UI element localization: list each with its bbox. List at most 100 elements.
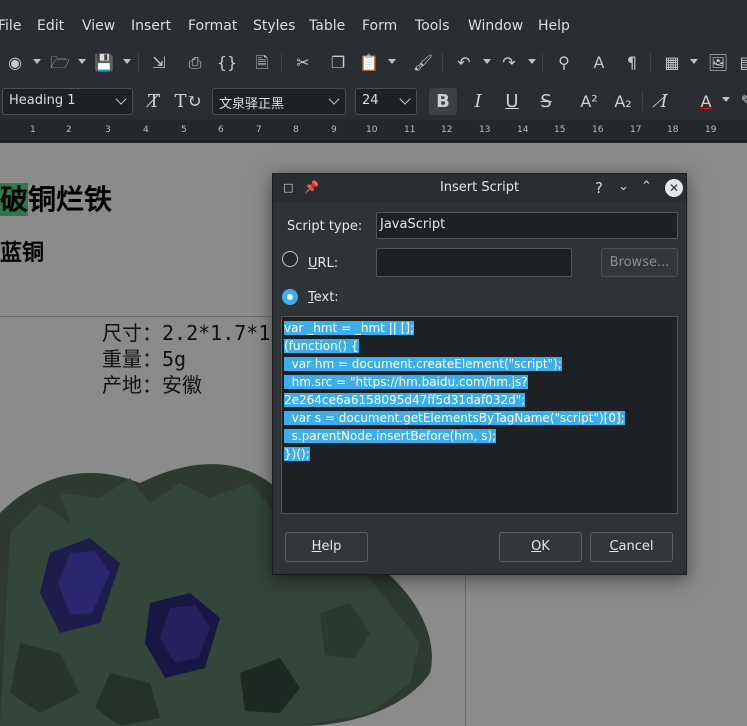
text-label: Text: xyxy=(308,290,339,305)
menu-tools[interactable]: Tools xyxy=(415,18,450,34)
close-icon[interactable]: ✕ xyxy=(665,179,683,197)
paste-icon[interactable]: 📋 xyxy=(358,52,380,74)
redo-icon[interactable]: ↷ xyxy=(498,52,520,74)
menu-table[interactable]: Table xyxy=(309,18,345,34)
browse-button[interactable]: Browse... xyxy=(601,248,678,277)
chart-icon[interactable]: ▤ xyxy=(736,52,747,74)
script-text-area[interactable]: var _hmt = _hmt || []; (function() { var… xyxy=(281,316,678,514)
highlight-icon[interactable]: ✎ xyxy=(733,88,747,115)
toolbar-separator xyxy=(442,53,443,73)
url-radio[interactable] xyxy=(282,251,298,267)
maximize-icon[interactable]: ⌃ xyxy=(641,179,652,194)
chevron-down-icon[interactable] xyxy=(690,59,698,64)
cancel-button[interactable]: Cancel xyxy=(590,532,673,562)
script-type-label: Script type: xyxy=(287,219,363,234)
globe-icon[interactable]: ◉ xyxy=(4,52,26,74)
subscript-icon[interactable]: A₂ xyxy=(609,88,637,115)
menu-format[interactable]: Format xyxy=(188,18,237,34)
chevron-down-icon[interactable] xyxy=(483,59,491,64)
menu-insert[interactable]: Insert xyxy=(131,18,171,34)
url-label: URL: xyxy=(308,256,339,271)
spelling-icon[interactable]: A xyxy=(588,52,610,74)
ruler-tick: 3 xyxy=(105,125,111,135)
ruler-tick: 17 xyxy=(630,125,642,135)
clear-formatting-icon[interactable]: I̸ xyxy=(650,88,678,115)
menu-file[interactable]: File xyxy=(0,18,21,34)
chevron-down-icon[interactable] xyxy=(399,93,411,105)
ok-button[interactable]: OK xyxy=(499,532,582,562)
ruler-tick: 4 xyxy=(143,125,149,135)
chevron-down-icon[interactable] xyxy=(528,59,536,64)
braces-icon[interactable]: {} xyxy=(216,52,238,74)
toolbar-separator xyxy=(138,53,139,73)
standard-toolbar: ◉ 🗁 💾 ⇲ ⎙ {} 🗎 ✂ ❐ 📋 🖌 ↶ ↷ ⚲ A ¶ ▦ 🖼 ▤ xyxy=(0,44,747,82)
menu-form[interactable]: Form xyxy=(362,18,397,34)
ruler-tick: 6 xyxy=(218,125,224,135)
ruler-tick: 12 xyxy=(441,125,453,135)
update-style-icon[interactable]: T̸ xyxy=(140,88,168,115)
clone-formatting-icon[interactable]: 🖌 xyxy=(412,52,434,74)
code-line: s.parentNode.insertBefore(hm, s); xyxy=(284,429,497,443)
horizontal-ruler[interactable]: 1 2 3 4 5 6 7 8 9 10 11 12 13 14 15 16 1… xyxy=(0,120,747,142)
chevron-down-icon[interactable] xyxy=(388,59,396,64)
underline-icon[interactable]: U xyxy=(498,88,526,115)
superscript-icon[interactable]: A² xyxy=(575,88,603,115)
table-icon[interactable]: ▦ xyxy=(661,52,683,74)
caption-origin[interactable]: 产地：安徽 xyxy=(102,369,202,398)
strikethrough-icon[interactable]: S xyxy=(532,88,560,115)
help-icon[interactable]: ? xyxy=(595,179,603,197)
font-color-icon[interactable]: A xyxy=(692,88,720,115)
menu-help[interactable]: Help xyxy=(538,18,570,34)
ruler-tick: 9 xyxy=(331,125,337,135)
menu-edit[interactable]: Edit xyxy=(37,18,64,34)
export-pdf-icon[interactable]: ⇲ xyxy=(148,52,170,74)
menu-styles[interactable]: Styles xyxy=(253,18,295,34)
new-style-icon[interactable]: T↻ xyxy=(174,88,202,115)
pilcrow-icon[interactable]: ¶ xyxy=(621,52,643,74)
copy-icon[interactable]: ❐ xyxy=(327,52,349,74)
paragraph-style-combo[interactable]: Heading 1 xyxy=(2,88,133,115)
chevron-down-icon[interactable] xyxy=(115,93,127,105)
find-icon[interactable]: ⚲ xyxy=(553,52,575,74)
font-name-combo[interactable]: 文泉驿正黑 xyxy=(212,88,346,115)
caption-weight[interactable]: 重量：5g xyxy=(102,343,186,372)
script-type-field[interactable]: JavaScript xyxy=(376,212,678,239)
minimize-icon[interactable]: ⌄ xyxy=(618,179,629,194)
print-preview-icon[interactable]: 🗎 xyxy=(251,52,273,74)
toolbar-separator xyxy=(650,53,651,73)
print-icon[interactable]: ⎙ xyxy=(184,52,206,74)
bold-icon[interactable]: B xyxy=(429,88,457,115)
code-line: 2e264ce6a6158095d47ff5d31daf032d"; xyxy=(284,393,526,407)
ruler-tick: 15 xyxy=(554,125,566,135)
caption-size[interactable]: 尺寸：2.2*1.7*1 xyxy=(102,317,270,346)
image-icon[interactable]: 🖼 xyxy=(707,52,729,74)
text-radio[interactable] xyxy=(282,289,298,305)
font-name-value: 文泉驿正黑 xyxy=(219,97,285,112)
cut-icon[interactable]: ✂ xyxy=(292,52,314,74)
save-icon[interactable]: 💾 xyxy=(93,52,115,74)
undo-icon[interactable]: ↶ xyxy=(453,52,475,74)
chevron-down-icon[interactable] xyxy=(33,59,41,64)
chevron-down-icon[interactable] xyxy=(722,97,730,102)
chevron-down-icon[interactable] xyxy=(78,59,86,64)
chevron-down-icon[interactable] xyxy=(123,59,131,64)
ruler-tick: 13 xyxy=(479,125,491,135)
chevron-down-icon[interactable] xyxy=(328,93,340,105)
heading-2[interactable]: 蓝铜 xyxy=(0,235,44,267)
url-field[interactable] xyxy=(376,248,572,277)
help-button[interactable]: Help xyxy=(285,532,368,562)
ruler-tick: 11 xyxy=(404,125,416,135)
menu-view[interactable]: View xyxy=(82,18,115,34)
ruler-tick: 5 xyxy=(181,125,187,135)
folder-open-icon[interactable]: 🗁 xyxy=(49,52,71,74)
italic-icon[interactable]: I xyxy=(464,88,492,115)
menu-window[interactable]: Window xyxy=(468,18,523,34)
toolbar-separator xyxy=(642,91,643,111)
heading-1[interactable]: 破铜烂铁 xyxy=(0,178,112,218)
ruler-tick: 8 xyxy=(293,125,299,135)
dialog-titlebar[interactable]: □ 📌 Insert Script ? ⌄ ⌃ ✕ xyxy=(273,174,686,202)
font-size-value: 24 xyxy=(362,93,379,108)
ruler-tick: 10 xyxy=(366,125,378,135)
font-size-combo[interactable]: 24 xyxy=(355,88,417,115)
ruler-tick: 14 xyxy=(517,125,529,135)
